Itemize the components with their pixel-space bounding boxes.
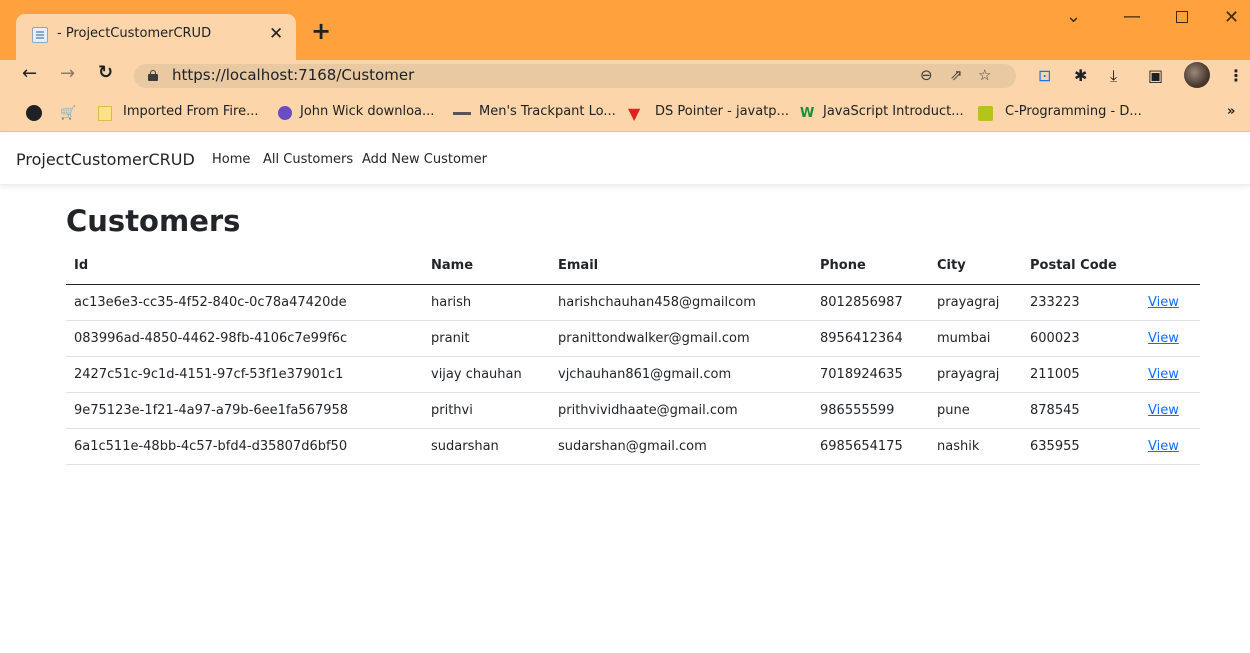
bookmark-item[interactable]: DS Pointer - javatp... xyxy=(655,104,789,119)
cell-id: 083996ad-4850-4462-98fb-4106c7e99f6c xyxy=(66,320,423,357)
site-icon xyxy=(278,106,292,120)
nav-all-customers[interactable]: All Customers xyxy=(263,152,353,167)
column-header-phone: Phone xyxy=(812,248,929,285)
table-row: 9e75123e-1f21-4a97-a79b-6ee1fa567958 pri… xyxy=(66,392,1200,429)
view-cell: View xyxy=(1140,356,1200,393)
customers-table: Id Name Email Phone City Postal Code ac1… xyxy=(66,248,1200,465)
site-icon xyxy=(978,106,993,121)
cell-postal-code: 635955 xyxy=(1022,428,1140,465)
site-icon xyxy=(453,112,471,115)
browser-tab[interactable]: - ProjectCustomerCRUD ✕ xyxy=(16,14,296,60)
cell-city: nashik xyxy=(929,428,1022,465)
cell-phone: 6985654175 xyxy=(812,428,929,465)
cell-email: vjchauhan861@gmail.com xyxy=(550,356,812,393)
cell-city: pune xyxy=(929,392,1022,429)
view-cell: View xyxy=(1140,428,1200,465)
column-header-city: City xyxy=(929,248,1022,285)
table-row: 6a1c511e-48bb-4c57-bfd4-d35807d6bf50 sud… xyxy=(66,428,1200,465)
cell-postal-code: 211005 xyxy=(1022,356,1140,393)
view-link[interactable]: View xyxy=(1148,403,1179,418)
tab-title: - ProjectCustomerCRUD xyxy=(57,26,212,41)
reload-icon[interactable]: ↻ xyxy=(98,63,113,83)
bookmark-item[interactable]: JavaScript Introduct... xyxy=(823,104,964,119)
cell-name: vijay chauhan xyxy=(423,356,550,393)
bookmark-item[interactable]: C-Programming - D... xyxy=(1005,104,1142,119)
cell-email: harishchauhan458@gmailcom xyxy=(550,284,812,321)
table-header-row: Id Name Email Phone City Postal Code xyxy=(66,248,1200,285)
site-icon: W xyxy=(800,106,815,121)
column-header-postal-code: Postal Code xyxy=(1022,248,1140,285)
nav-add-new-customer[interactable]: Add New Customer xyxy=(362,152,487,167)
cell-name: sudarshan xyxy=(423,428,550,465)
cell-phone: 8956412364 xyxy=(812,320,929,357)
app-brand[interactable]: ProjectCustomerCRUD xyxy=(16,150,195,169)
bookmark-item[interactable]: John Wick downloa... xyxy=(300,104,434,119)
bookmark-item[interactable]: Men's Trackpant Lo... xyxy=(479,104,616,119)
page-title: Customers xyxy=(66,204,241,238)
close-window-icon[interactable]: ✕ xyxy=(1224,7,1239,28)
cell-email: prithvividhaate@gmail.com xyxy=(550,392,812,429)
table-row: ac13e6e3-cc35-4f52-840c-0c78a47420de har… xyxy=(66,284,1200,321)
lock-icon[interactable] xyxy=(148,70,158,81)
cell-phone: 8012856987 xyxy=(812,284,929,321)
cell-id: ac13e6e3-cc35-4f52-840c-0c78a47420de xyxy=(66,284,423,321)
cell-email: sudarshan@gmail.com xyxy=(550,428,812,465)
page-favicon-icon xyxy=(32,27,48,43)
site-icon: ▼ xyxy=(628,104,641,123)
extensions-puzzle-icon[interactable]: ✱ xyxy=(1074,66,1087,85)
cell-postal-code: 600023 xyxy=(1022,320,1140,357)
cell-city: prayagraj xyxy=(929,356,1022,393)
view-link[interactable]: View xyxy=(1148,367,1179,382)
cell-id: 2427c51c-9c1d-4151-97cf-53f1e37901c1 xyxy=(66,356,423,393)
nav-home[interactable]: Home xyxy=(212,152,250,167)
shopping-cart-icon[interactable]: 🛒 xyxy=(60,106,76,121)
cell-name: pranit xyxy=(423,320,550,357)
back-icon[interactable]: ← xyxy=(22,64,37,84)
folder-icon xyxy=(98,106,112,121)
view-link[interactable]: View xyxy=(1148,295,1179,310)
column-header-actions xyxy=(1140,248,1200,285)
cell-phone: 7018924635 xyxy=(812,356,929,393)
tab-search-chevron-icon[interactable]: ⌄ xyxy=(1066,6,1081,27)
cell-postal-code: 878545 xyxy=(1022,392,1140,429)
minimize-icon[interactable]: — xyxy=(1123,6,1141,27)
cell-city: mumbai xyxy=(929,320,1022,357)
globe-icon[interactable] xyxy=(26,105,42,121)
view-cell: View xyxy=(1140,392,1200,429)
forward-icon[interactable]: → xyxy=(60,64,75,84)
cell-name: harish xyxy=(423,284,550,321)
profile-avatar[interactable] xyxy=(1184,62,1210,88)
cell-id: 9e75123e-1f21-4a97-a79b-6ee1fa567958 xyxy=(66,392,423,429)
url-text[interactable]: https://localhost:7168/Customer xyxy=(172,66,414,84)
close-tab-icon[interactable]: ✕ xyxy=(269,24,283,44)
side-panel-icon[interactable]: ▣ xyxy=(1148,66,1163,85)
table-row: 2427c51c-9c1d-4151-97cf-53f1e37901c1 vij… xyxy=(66,356,1200,393)
column-header-id: Id xyxy=(66,248,423,285)
share-icon[interactable]: ⇗ xyxy=(950,66,963,84)
cell-phone: 986555599 xyxy=(812,392,929,429)
cell-email: pranittondwalker@gmail.com xyxy=(550,320,812,357)
cell-city: prayagraj xyxy=(929,284,1022,321)
screen-capture-icon[interactable]: ⊡ xyxy=(1038,66,1051,85)
view-cell: View xyxy=(1140,320,1200,357)
bookmark-item[interactable]: Imported From Fire... xyxy=(123,104,258,119)
table-row: 083996ad-4850-4462-98fb-4106c7e99f6c pra… xyxy=(66,320,1200,357)
menu-kebab-icon[interactable]: ⋮ xyxy=(1228,66,1244,85)
view-link[interactable]: View xyxy=(1148,439,1179,454)
view-link[interactable]: View xyxy=(1148,331,1179,346)
view-cell: View xyxy=(1140,284,1200,321)
download-icon[interactable]: ⤓ xyxy=(1110,66,1117,86)
cell-id: 6a1c511e-48bb-4c57-bfd4-d35807d6bf50 xyxy=(66,428,423,465)
bookmark-star-icon[interactable]: ☆ xyxy=(978,66,991,84)
new-tab-icon[interactable]: + xyxy=(311,19,331,43)
column-header-name: Name xyxy=(423,248,550,285)
more-bookmarks-icon[interactable]: » xyxy=(1227,104,1235,119)
column-header-email: Email xyxy=(550,248,812,285)
cell-name: prithvi xyxy=(423,392,550,429)
cell-postal-code: 233223 xyxy=(1022,284,1140,321)
zoom-icon[interactable]: ⊖ xyxy=(920,66,933,84)
maximize-icon[interactable] xyxy=(1176,11,1188,23)
